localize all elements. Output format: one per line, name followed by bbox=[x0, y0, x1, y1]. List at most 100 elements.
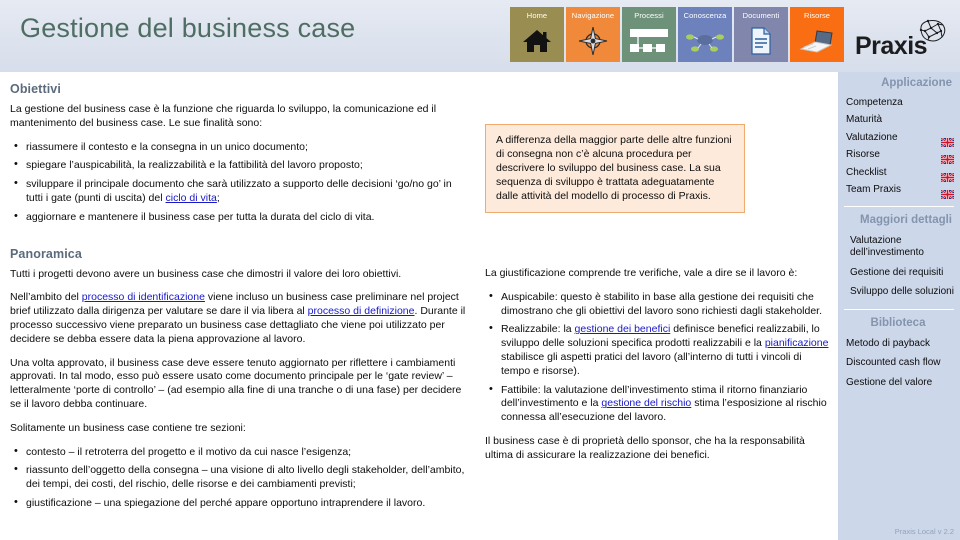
nav-tile-navigazione[interactable]: Navigazione bbox=[566, 7, 620, 62]
bullet-text: giustificazione – una spiegazione del pe… bbox=[26, 496, 426, 509]
nav-tile-home[interactable]: Home bbox=[510, 7, 564, 62]
text-run: stabilisce gli aspetti pratici del lavor… bbox=[501, 350, 802, 377]
justification-intro: La giustificazione comprende tre verific… bbox=[485, 267, 798, 279]
uk-flag-icon bbox=[940, 134, 955, 148]
nav-label: Documenti bbox=[742, 11, 780, 20]
list-item: contesto – il retroterra del progetto e … bbox=[10, 445, 470, 460]
text-run: Nell’ambito del bbox=[10, 291, 82, 304]
devices-icon bbox=[790, 20, 844, 62]
brain-network-icon bbox=[915, 18, 949, 51]
left-content-column: Obiettivi La gestione del business case … bbox=[10, 82, 470, 521]
nav-label: Risorse bbox=[803, 11, 831, 20]
list-item: Realizzabile: la gestione dei benefici d… bbox=[485, 322, 830, 378]
callout-box: A differenza della maggior parte delle a… bbox=[485, 124, 745, 213]
sidebar-item-checklist[interactable]: Checklist bbox=[838, 164, 960, 183]
sidebar-item-label: Risorse bbox=[846, 149, 880, 160]
sidebar-item-label: Gestione dei requisiti bbox=[850, 266, 944, 278]
page-header: Gestione del business case Home Navigazi… bbox=[0, 0, 960, 72]
sidebar-item-label: Checklist bbox=[846, 166, 887, 178]
overview-paragraph-3: Una volta approvato, il business case de… bbox=[10, 356, 462, 410]
compass-icon bbox=[566, 20, 620, 62]
link-pianificazione[interactable]: pianificazione bbox=[765, 337, 829, 349]
page-title: Gestione del business case bbox=[20, 13, 356, 43]
justification-closing: Il business case è di proprietà dello sp… bbox=[485, 434, 805, 461]
list-item: sviluppare il principale documento che s… bbox=[10, 177, 470, 206]
sidebar-divider bbox=[844, 206, 954, 207]
nav-label: Home bbox=[526, 11, 548, 20]
list-item: giustificazione – una spiegazione del pe… bbox=[10, 496, 470, 511]
section-heading-obiettivi: Obiettivi bbox=[10, 82, 61, 96]
list-item: riassunto dell’oggetto della consegna – … bbox=[10, 463, 470, 492]
sidebar-heading-applicazione: Applicazione bbox=[881, 77, 952, 89]
list-item: Auspicabile: questo è stabilito in base … bbox=[485, 290, 830, 319]
right-sidebar: Applicazione Competenza Maturità Valutaz… bbox=[838, 72, 960, 540]
sidebar-heading-biblioteca: Biblioteca bbox=[870, 317, 926, 329]
nav-tile-processi[interactable]: Processi bbox=[622, 7, 676, 62]
bullet-text: riassumere il contesto e la consegna in … bbox=[26, 140, 308, 153]
bullet-text: spiegare l’auspicabilità, la realizzabil… bbox=[26, 159, 363, 172]
house-icon bbox=[510, 20, 564, 62]
sidebar-item-label: Gestione del valore bbox=[846, 376, 933, 388]
sidebar-heading-maggiori-dettagli: Maggiori dettagli bbox=[860, 214, 952, 226]
sidebar-item-team-praxis[interactable]: Team Praxis bbox=[838, 182, 960, 200]
sidebar-item-label: Sviluppo delle soluzioni bbox=[850, 286, 954, 297]
sidebar-item-label: Discounted cash flow bbox=[846, 357, 941, 368]
nav-tile-documenti[interactable]: Documenti bbox=[734, 7, 788, 62]
sidebar-item-discounted-cash-flow[interactable]: Discounted cash flow bbox=[838, 354, 960, 374]
link-gestione-del-rischio[interactable]: gestione del rischio bbox=[601, 397, 691, 409]
sidebar-item-label: Valutazione bbox=[846, 131, 898, 143]
link-processo-di-identificazione[interactable]: processo di identificazione bbox=[82, 291, 205, 303]
sidebar-item-valutazione[interactable]: Valutazione bbox=[838, 129, 960, 148]
objectives-list: riassumere il contesto e la consegna in … bbox=[10, 140, 470, 225]
sidebar-item-gestione-del-valore[interactable]: Gestione del valore bbox=[838, 373, 960, 393]
nav-tile-conoscenza[interactable]: Conoscenza bbox=[678, 7, 732, 62]
nav-label: Conoscenza bbox=[683, 11, 727, 20]
sidebar-item-sviluppo-soluzioni[interactable]: Sviluppo delle soluzioni bbox=[838, 283, 960, 303]
section-heading-panoramica: Panoramica bbox=[10, 246, 82, 261]
top-navigation: Home Navigazione Processi Conoscenza Doc… bbox=[510, 7, 844, 62]
link-ciclo-di-vita[interactable]: ciclo di vita bbox=[166, 192, 217, 204]
sidebar-item-maturita[interactable]: Maturità bbox=[838, 112, 960, 130]
link-gestione-dei-benefici[interactable]: gestione dei benefici bbox=[575, 323, 671, 335]
bullet-text: sviluppare il principale documento che s… bbox=[26, 178, 452, 204]
uk-flag-icon bbox=[940, 169, 955, 183]
version-footer: Praxis Local v 2.2 bbox=[894, 527, 954, 536]
link-processo-di-definizione[interactable]: processo di definizione bbox=[308, 305, 415, 317]
overview-paragraph-2: Nell’ambito del processo di identificazi… bbox=[10, 291, 470, 346]
sidebar-item-label: Metodo di payback bbox=[846, 337, 930, 349]
sidebar-divider bbox=[844, 309, 954, 310]
list-item: riassumere il contesto e la consegna in … bbox=[10, 140, 470, 155]
sidebar-item-label: Valutazione dell’investimento bbox=[850, 234, 924, 259]
sidebar-item-valutazione-investimento[interactable]: Valutazione dell’investimento bbox=[838, 231, 960, 263]
middle-content-column: La giustificazione comprende tre verific… bbox=[485, 267, 830, 473]
flowchart-icon bbox=[622, 20, 676, 62]
sidebar-item-competenza[interactable]: Competenza bbox=[838, 94, 960, 112]
callout-text: A differenza della maggior parte delle a… bbox=[496, 134, 732, 202]
uk-flag-icon bbox=[940, 151, 955, 165]
praxis-logo[interactable]: Praxis bbox=[855, 18, 951, 66]
nav-label: Processi bbox=[634, 11, 664, 20]
overview-paragraph-1: Tutti i progetti devono avere un busines… bbox=[10, 267, 402, 280]
bullet-text: riassunto dell’oggetto della consegna – … bbox=[26, 464, 465, 491]
sidebar-item-label: Maturità bbox=[846, 114, 883, 125]
sidebar-item-gestione-requisiti[interactable]: Gestione dei requisiti bbox=[838, 263, 960, 283]
nav-tile-risorse[interactable]: Risorse bbox=[790, 7, 844, 62]
nav-label: Navigazione bbox=[571, 11, 615, 20]
bullet-text-tail: ; bbox=[216, 191, 220, 204]
list-item: Fattibile: la valutazione dell’investime… bbox=[485, 383, 830, 425]
bullet-text: contesto – il retroterra del progetto e … bbox=[26, 445, 352, 458]
bullet-text: Auspicabile: questo è stabilito in base … bbox=[501, 290, 823, 317]
sidebar-item-label: Team Praxis bbox=[846, 184, 902, 195]
list-item: aggiornare e mantenere il business case … bbox=[10, 210, 470, 225]
list-item: spiegare l’auspicabilità, la realizzabil… bbox=[10, 158, 470, 173]
overview-paragraph-4: Solitamente un business case contiene tr… bbox=[10, 421, 246, 434]
overview-sections-list: contesto – il retroterra del progetto e … bbox=[10, 445, 470, 511]
network-icon bbox=[678, 20, 732, 62]
bullet-text: aggiornare e mantenere il business case … bbox=[26, 210, 375, 223]
sidebar-item-metodo-payback[interactable]: Metodo di payback bbox=[838, 334, 960, 354]
sidebar-item-label: Competenza bbox=[846, 96, 903, 108]
justification-list: Auspicabile: questo è stabilito in base … bbox=[485, 290, 830, 425]
sidebar-item-risorse[interactable]: Risorse bbox=[838, 147, 960, 165]
text-run: Realizzabile: la bbox=[501, 323, 575, 336]
uk-flag-icon bbox=[940, 186, 955, 200]
